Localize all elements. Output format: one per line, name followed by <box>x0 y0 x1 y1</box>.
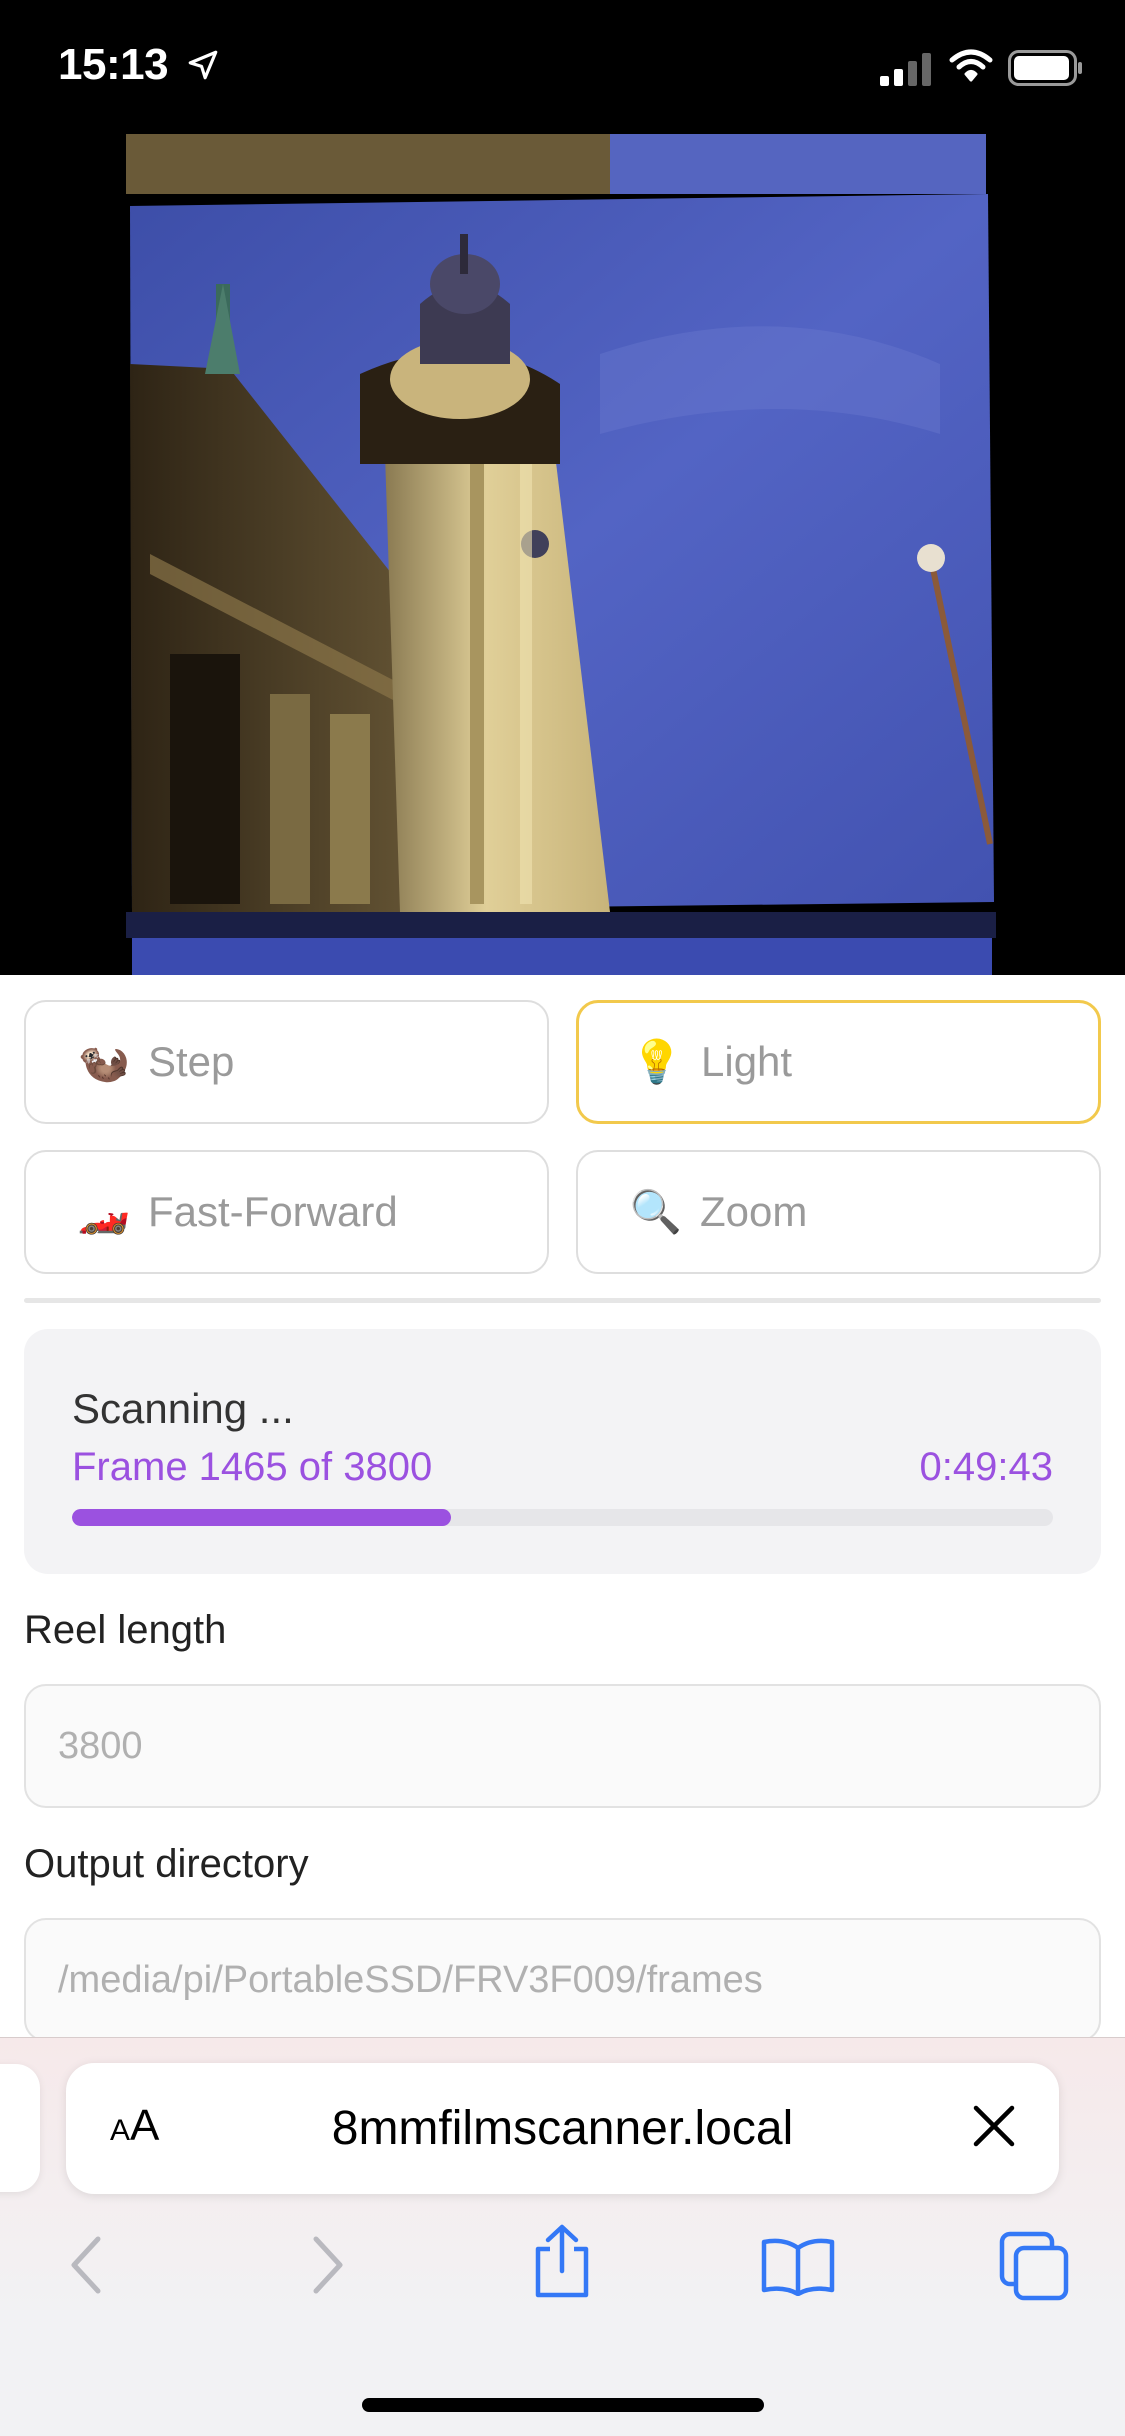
output-directory-label: Output directory <box>24 1842 309 1886</box>
previous-tab-preview[interactable] <box>0 2064 40 2192</box>
screen: 15:13 🦦 Step 💡 Light 🏎️ Fast-Forward 🔍 Z… <box>0 0 1125 2436</box>
status-time: 15:13 <box>58 40 169 89</box>
fast-forward-button[interactable]: 🏎️ Fast-Forward <box>24 1150 549 1274</box>
divider <box>24 1298 1101 1303</box>
film-frame-image <box>0 134 1125 975</box>
scanning-title: Scanning ... <box>72 1385 294 1432</box>
tabs-icon[interactable] <box>998 2230 1070 2302</box>
step-button[interactable]: 🦦 Step <box>24 1000 549 1124</box>
browser-toolbar: 8mmfilmscanner.local AA <box>0 2037 1125 2436</box>
location-arrow-icon <box>188 50 218 80</box>
film-preview-image <box>0 134 1125 975</box>
light-button[interactable]: 💡 Light <box>576 1000 1101 1124</box>
share-icon[interactable] <box>530 2223 594 2299</box>
forward-icon[interactable] <box>306 2233 350 2297</box>
reel-length-input[interactable]: 3800 <box>24 1684 1101 1808</box>
light-bulb-icon: 💡 <box>630 1037 684 1085</box>
address-bar[interactable]: 8mmfilmscanner.local AA <box>66 2063 1059 2194</box>
wifi-icon <box>949 49 993 82</box>
bookmarks-icon[interactable] <box>760 2236 836 2296</box>
url-text: 8mmfilmscanner.local <box>331 2102 794 2155</box>
step-label: Step <box>148 1038 235 1085</box>
zoom-button[interactable]: 🔍 Zoom <box>576 1150 1101 1274</box>
race-car-icon: 🏎️ <box>77 1187 131 1235</box>
light-label: Light <box>701 1038 793 1085</box>
home-indicator[interactable] <box>362 2398 764 2412</box>
status-bar: 15:13 <box>0 0 1125 134</box>
close-icon[interactable] <box>971 2103 1017 2149</box>
otter-icon: 🦦 <box>77 1037 131 1085</box>
text-size-button[interactable]: AA <box>110 2101 159 2151</box>
zoom-label: Zoom <box>700 1188 808 1235</box>
output-directory-input[interactable]: /media/pi/PortableSSD/FRV3F009/frames <box>24 1918 1101 2042</box>
reel-length-label: Reel length <box>24 1608 227 1652</box>
battery-icon <box>1008 50 1082 86</box>
scanning-status-card: Scanning ... Frame 1465 of 3800 0:49:43 <box>24 1329 1101 1574</box>
magnifier-icon: 🔍 <box>629 1187 683 1235</box>
elapsed-time: 0:49:43 <box>919 1445 1053 1489</box>
fast-forward-label: Fast-Forward <box>148 1188 398 1235</box>
progress-bar <box>72 1509 1053 1526</box>
progress-fill <box>72 1509 451 1526</box>
back-icon[interactable] <box>64 2233 108 2297</box>
frame-counter: Frame 1465 of 3800 <box>72 1445 433 1489</box>
cellular-signal-icon <box>880 53 931 86</box>
